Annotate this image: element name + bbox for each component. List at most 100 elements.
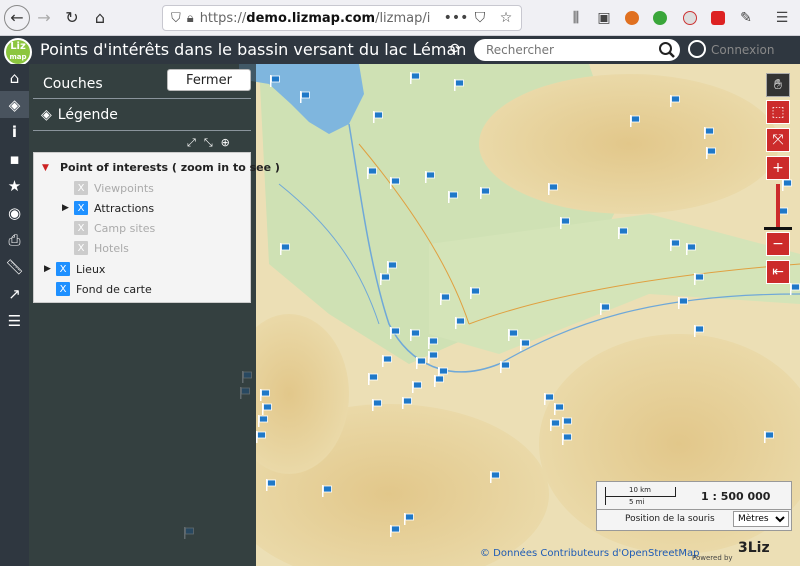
poi-marker-icon[interactable] <box>279 240 291 255</box>
bookmark-star-icon[interactable]: ☆ <box>496 8 516 28</box>
extension-icon[interactable]: ✎ <box>736 8 756 28</box>
poi-marker-icon[interactable] <box>629 112 641 127</box>
layer-item[interactable]: ▶ X Lieux <box>44 262 105 276</box>
pan-hand-icon[interactable]: ✋︎ <box>766 73 790 97</box>
poi-marker-icon[interactable] <box>489 468 501 483</box>
poi-marker-icon[interactable] <box>415 354 427 369</box>
poi-marker-icon[interactable] <box>372 108 384 123</box>
poi-marker-icon[interactable] <box>269 72 281 87</box>
poi-marker-icon[interactable] <box>386 258 398 273</box>
poi-marker-icon[interactable] <box>559 214 571 229</box>
list-icon[interactable]: ☰ <box>0 307 29 334</box>
units-select[interactable]: Mètres <box>733 511 789 527</box>
locate-icon[interactable]: ◉ <box>0 199 29 226</box>
home-icon[interactable]: ⌂ <box>86 4 114 32</box>
poi-marker-icon[interactable] <box>299 88 311 103</box>
poi-marker-icon[interactable] <box>261 400 273 415</box>
full-extent-icon[interactable]: ⤧ <box>766 128 790 152</box>
poi-marker-icon[interactable] <box>519 336 531 351</box>
layer-checkbox[interactable]: X <box>74 241 88 255</box>
poi-marker-icon[interactable] <box>789 280 800 295</box>
library-icon[interactable]: ⫼ <box>566 8 586 28</box>
layer-checkbox[interactable]: X <box>56 282 70 296</box>
poi-marker-icon[interactable] <box>257 412 269 427</box>
search-icon[interactable] <box>656 39 678 61</box>
poi-marker-icon[interactable] <box>617 224 629 239</box>
poi-marker-icon[interactable] <box>439 290 451 305</box>
zoom-slider-track[interactable] <box>776 184 780 228</box>
poi-marker-icon[interactable] <box>389 174 401 189</box>
star-icon[interactable]: ★ <box>0 172 29 199</box>
poi-marker-icon[interactable] <box>265 476 277 491</box>
poi-marker-icon[interactable] <box>549 416 561 431</box>
back-arrow-icon[interactable]: ← <box>4 4 30 31</box>
forward-arrow-icon[interactable]: → <box>30 4 58 32</box>
poi-marker-icon[interactable] <box>403 510 415 525</box>
poi-marker-icon[interactable] <box>366 164 378 179</box>
login-link[interactable]: Connexion <box>711 43 775 57</box>
layer-item[interactable]: X Viewpoints <box>74 181 154 195</box>
zoom-in-icon[interactable]: + <box>766 156 790 180</box>
expand-icon[interactable]: ⤢ <box>187 136 196 150</box>
reload-icon[interactable]: ↻ <box>58 4 86 32</box>
poi-marker-icon[interactable] <box>424 168 436 183</box>
layer-item[interactable]: ▼ Point of interests ( zoom in to see ) <box>42 161 280 174</box>
poi-marker-icon[interactable] <box>669 92 681 107</box>
extension-icon[interactable] <box>622 8 642 28</box>
collapse-icon[interactable]: ⤡ <box>204 136 213 150</box>
zoom-layer-icon[interactable]: ⊕ <box>221 136 230 150</box>
poi-marker-icon[interactable] <box>427 334 439 349</box>
poi-marker-icon[interactable] <box>669 236 681 251</box>
previous-view-icon[interactable]: ⇤ <box>766 260 790 284</box>
pocket-icon[interactable]: ⛉ <box>470 8 490 28</box>
poi-marker-icon[interactable] <box>411 378 423 393</box>
extension-icon[interactable] <box>650 8 670 28</box>
expand-arrow-icon[interactable]: ▶ <box>44 264 56 274</box>
layer-item[interactable]: X Camp sites <box>74 221 155 235</box>
zoom-out-icon[interactable]: − <box>766 232 790 256</box>
poi-marker-icon[interactable] <box>401 394 413 409</box>
print-icon[interactable]: ⎙ <box>0 226 29 253</box>
poi-marker-icon[interactable] <box>561 430 573 445</box>
poi-marker-icon[interactable] <box>685 240 697 255</box>
poi-marker-icon[interactable] <box>553 400 565 415</box>
poi-marker-icon[interactable] <box>469 284 481 299</box>
layer-checkbox[interactable]: X <box>74 201 88 215</box>
lizmap-logo[interactable]: Liz map <box>4 38 32 66</box>
poi-marker-icon[interactable] <box>693 270 705 285</box>
poi-marker-icon[interactable] <box>409 69 421 84</box>
layer-checkbox[interactable]: X <box>74 181 88 195</box>
poi-marker-icon[interactable] <box>763 428 775 443</box>
poi-marker-icon[interactable] <box>255 428 267 443</box>
sidebar-icon[interactable]: ▣ <box>594 8 614 28</box>
home-icon[interactable]: ⌂ <box>0 64 29 91</box>
info-icon[interactable]: i <box>0 118 29 145</box>
poi-marker-icon[interactable] <box>479 184 491 199</box>
poi-marker-icon[interactable] <box>321 482 333 497</box>
search-box[interactable] <box>474 39 680 61</box>
poi-marker-icon[interactable] <box>677 294 689 309</box>
poi-marker-icon[interactable] <box>454 314 466 329</box>
poi-marker-icon[interactable] <box>433 372 445 387</box>
measure-icon[interactable]: 📏︎ <box>0 253 29 280</box>
attribution-link[interactable]: © Données Contributeurs d'OpenStreetMap <box>480 548 700 559</box>
poi-marker-icon[interactable] <box>705 144 717 159</box>
more-icon[interactable]: ••• <box>444 8 469 28</box>
search-input[interactable] <box>486 43 656 57</box>
poi-marker-icon[interactable] <box>693 322 705 337</box>
extension-icon[interactable] <box>680 8 700 28</box>
poi-marker-icon[interactable] <box>409 326 421 341</box>
3liz-logo[interactable]: 3Liz <box>738 540 770 556</box>
layer-item[interactable]: X Hotels <box>74 241 129 255</box>
share-icon[interactable]: ↗ <box>0 280 29 307</box>
poi-marker-icon[interactable] <box>389 522 401 537</box>
zoom-box-icon[interactable]: ⬚ <box>766 100 790 124</box>
poi-marker-icon[interactable] <box>703 124 715 139</box>
menu-icon[interactable]: ☰ <box>772 8 792 28</box>
refresh-icon[interactable]: ⟳ <box>450 41 462 57</box>
poi-marker-icon[interactable] <box>381 352 393 367</box>
expand-arrow-icon[interactable]: ▶ <box>62 203 74 213</box>
poi-marker-icon[interactable] <box>389 324 401 339</box>
poi-marker-icon[interactable] <box>499 358 511 373</box>
poi-marker-icon[interactable] <box>547 180 559 195</box>
